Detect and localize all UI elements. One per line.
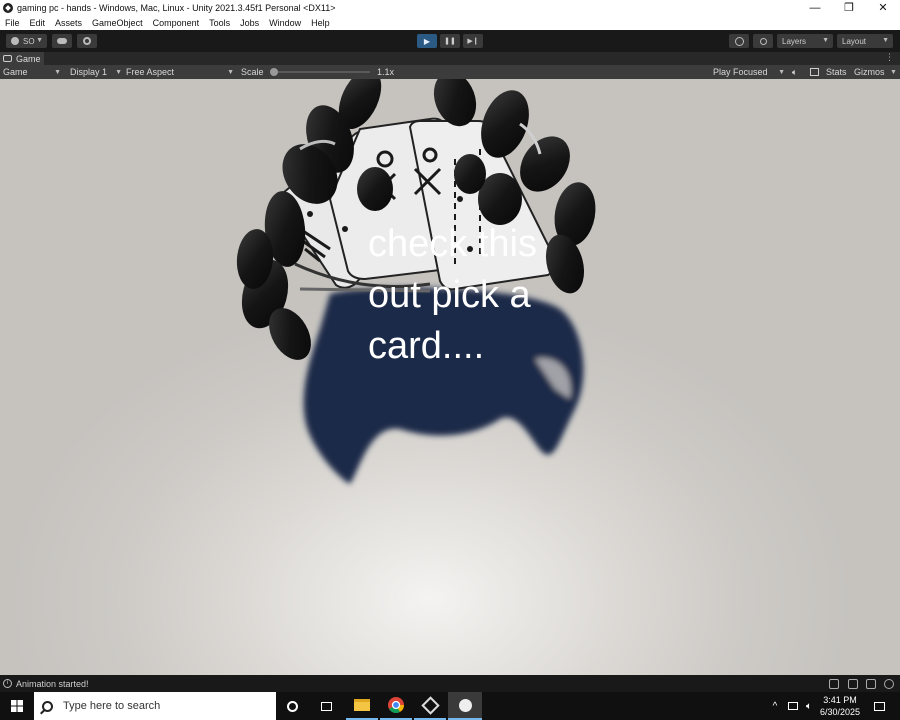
history-button[interactable] (729, 34, 749, 48)
menu-component[interactable]: Component (153, 18, 200, 28)
chrome-icon (388, 697, 404, 713)
layout-label: Layout (842, 36, 867, 46)
unity-editor-button[interactable] (448, 692, 482, 720)
display-dropdown[interactable]: Display 1 ▼ (70, 65, 122, 79)
chevron-down-icon: ▼ (36, 37, 43, 44)
tab-game[interactable]: Game (0, 52, 44, 65)
scale-value: 1.1x (377, 67, 395, 77)
account-label: SO (23, 36, 35, 46)
unity-editor-icon (458, 698, 472, 712)
aspect-label: Free Aspect (126, 67, 175, 77)
dialogue-text: check this out pick a card.... (368, 223, 537, 367)
unity-hub-icon (420, 695, 440, 715)
search-icon (42, 700, 53, 712)
debug-icon[interactable] (829, 679, 839, 689)
mute-audio-icon[interactable]: 🔈︎ (792, 65, 797, 79)
menu-edit[interactable]: Edit (30, 18, 46, 28)
file-explorer-icon (354, 699, 370, 711)
cloud-icon (57, 38, 67, 44)
layers-label: Layers (782, 36, 807, 46)
account-dropdown[interactable]: SO ▼ (6, 34, 47, 48)
chevron-down-icon: ▼ (778, 68, 785, 76)
status-message[interactable]: Animation started! (16, 679, 89, 689)
network-icon[interactable] (786, 692, 800, 720)
play-focused-label: Play Focused (713, 67, 768, 77)
chevron-down-icon: ▼ (822, 37, 829, 44)
menu-bar: File Edit Assets GameObject Component To… (0, 15, 900, 30)
search-placeholder: Type here to search (63, 700, 161, 712)
scale-label: Scale (241, 67, 264, 77)
search-icon (759, 37, 767, 45)
maximize-button[interactable]: ❐ (832, 0, 866, 15)
chrome-button[interactable] (380, 692, 412, 720)
main-toolbar: SO ▼ ▶ ❚❚ ▶❙ Layers ▼ Layout ▼ (0, 30, 900, 52)
task-view-icon (320, 701, 332, 711)
scale-slider-thumb[interactable] (270, 68, 278, 76)
aspect-dropdown[interactable]: Free Aspect ▼ (126, 65, 234, 79)
menu-file[interactable]: File (5, 18, 20, 28)
game-mode-label: Game (3, 67, 28, 77)
cache-icon[interactable] (866, 679, 876, 689)
layers-dropdown[interactable]: Layers ▼ (777, 34, 833, 48)
scene-render (236, 79, 596, 484)
cortana-icon (286, 700, 298, 712)
game-viewport[interactable]: check this out pick a card.... (0, 79, 900, 675)
clock-date[interactable]: 6/30/2025 (818, 707, 862, 717)
display-label: Display 1 (70, 67, 108, 77)
package-icon[interactable] (848, 679, 858, 689)
gamepad-icon (3, 55, 12, 62)
chevron-down-icon: ▼ (227, 68, 234, 76)
chevron-down-icon: ▼ (882, 37, 889, 44)
task-view-button[interactable] (314, 692, 338, 720)
collab-button[interactable] (77, 34, 97, 48)
window-title: gaming pc - hands - Windows, Mac, Linux … (17, 2, 336, 13)
gear-icon (83, 37, 91, 45)
sync-icon[interactable] (884, 679, 894, 689)
gizmos-button[interactable]: Gizmos (854, 65, 885, 79)
windows-logo-icon (11, 700, 23, 712)
cloud-button[interactable] (52, 34, 72, 48)
title-bar: gaming pc - hands - Windows, Mac, Linux … (0, 0, 900, 15)
unity-hub-button[interactable] (414, 692, 446, 720)
stats-button[interactable]: Stats (826, 65, 847, 79)
grid-toggle-icon[interactable] (810, 65, 819, 79)
layout-dropdown[interactable]: Layout ▼ (837, 34, 893, 48)
tab-game-label: Game (16, 53, 41, 64)
chevron-down-icon: ▼ (54, 68, 61, 76)
menu-jobs[interactable]: Jobs (240, 18, 259, 28)
clock-time[interactable]: 3:41 PM (818, 695, 862, 705)
menu-help[interactable]: Help (311, 18, 330, 28)
game-mode-dropdown[interactable]: Game ▼ (3, 65, 63, 79)
notification-icon[interactable] (870, 692, 888, 720)
step-button[interactable]: ▶❙ (463, 34, 483, 48)
close-button[interactable]: ✕ (866, 0, 900, 15)
taskbar: Type here to search ^ 🔈︎ 3:41 PM 6/30/20… (0, 692, 900, 720)
pause-button[interactable]: ❚❚ (440, 34, 460, 48)
account-icon (11, 37, 19, 45)
game-view-toolbar: Game ▼ Display 1 ▼ Free Aspect ▼ Scale 1… (0, 65, 900, 79)
info-icon: i (3, 679, 12, 688)
minimize-button[interactable]: — (798, 0, 832, 15)
scale-slider-track[interactable] (270, 71, 370, 73)
status-bar: i Animation started! (0, 675, 900, 692)
menu-tools[interactable]: Tools (209, 18, 230, 28)
menu-window[interactable]: Window (269, 18, 301, 28)
cortana-button[interactable] (280, 692, 304, 720)
menu-gameobject[interactable]: GameObject (92, 18, 143, 28)
chevron-down-icon: ▼ (115, 68, 122, 76)
history-icon (734, 36, 744, 46)
taskbar-search-input[interactable]: Type here to search (34, 692, 276, 720)
play-button[interactable]: ▶ (417, 34, 437, 48)
play-focused-dropdown[interactable]: Play Focused ▼ (713, 65, 785, 79)
unity-logo-icon (3, 2, 13, 13)
menu-assets[interactable]: Assets (55, 18, 82, 28)
tray-chevron-up-icon[interactable]: ^ (768, 692, 782, 720)
more-options-icon[interactable]: ⋮ (885, 52, 894, 63)
file-explorer-button[interactable] (346, 692, 378, 720)
start-button[interactable] (0, 692, 34, 720)
view-tab-strip: Game ⋮ (0, 52, 900, 65)
search-button[interactable] (753, 34, 773, 48)
volume-icon[interactable]: 🔈︎ (802, 692, 816, 720)
chevron-down-icon[interactable]: ▼ (890, 65, 897, 79)
